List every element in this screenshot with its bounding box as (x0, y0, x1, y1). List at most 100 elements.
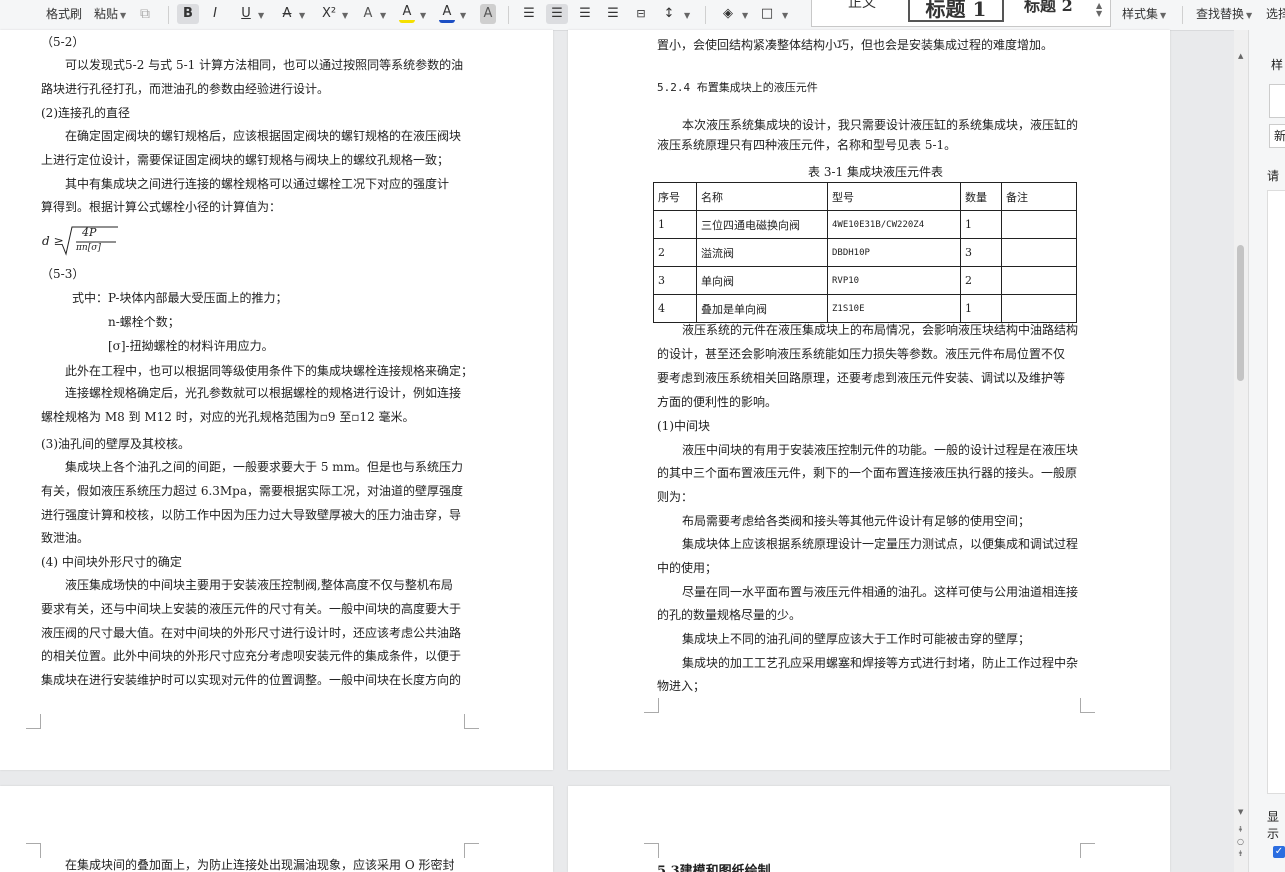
margin-marker (644, 843, 659, 858)
body-line: 路块进行孔径打孔，而泄油孔的参数由经验进行设计。 (41, 82, 330, 96)
body-line: 布局需要考虑给各类阀和接头等其他元件设计有足够的使用空间； (682, 514, 1031, 528)
body-line: 有关，假如液压系统压力超过 6.3Mpa，需要根据实际工况，对油道的壁厚强度 (41, 484, 464, 498)
paste-label: 粘贴 (94, 7, 119, 21)
table-header-row: 序号 名称 型号 数量 备注 (653, 182, 1077, 211)
chevron-down-icon[interactable]: ▼ (378, 4, 386, 24)
line-spacing-icon[interactable]: ↕ (660, 4, 678, 24)
char-shading-button[interactable]: A (480, 4, 496, 24)
body-line: 可以发现式5-2 与式 5-1 计算方法相同，也可以通过按照同等系统参数的油 (65, 58, 464, 72)
body-line: 集成块上不同的油孔间的壁厚应该大于工作时可能被击穿的壁厚； (682, 632, 1031, 646)
copy-icon[interactable]: ⧉ (140, 4, 150, 24)
body-line: 连接螺栓规格确定后，光孔参数就可以根据螺栓的规格进行设计，例如连接 (65, 386, 462, 400)
justify-icon[interactable]: ☰ (604, 4, 622, 24)
body-line: 置小，会使回结构紧凑整体结构小巧，但也会是安装集成过程的难度增加。 (657, 38, 1054, 52)
body-line: 集成块在进行安装维护时可以实现对元件的位置调整。一般中间块在长度方向的 (41, 673, 462, 687)
border-icon[interactable]: □ (758, 4, 776, 24)
scrollbar-thumb[interactable] (1237, 245, 1244, 381)
equation-number: （5-3） (41, 267, 85, 281)
divider (705, 6, 706, 24)
superscript-button[interactable]: X² (318, 4, 340, 24)
chevron-down-icon[interactable]: ▼ (418, 4, 426, 24)
page-3: 在集成块间的叠加面上，为防止连接处出现漏油现象，应该采用 O 形密封 (0, 786, 553, 872)
bold-button[interactable]: B (177, 4, 199, 24)
paste-button[interactable]: 粘贴 ▼ (94, 4, 126, 24)
margin-marker (464, 843, 479, 858)
subheading: (2)连接孔的直径 (41, 106, 130, 120)
subheading: (3)油孔间的壁厚及其校核。 (41, 437, 190, 451)
style-set-label: 样式集 (1122, 7, 1159, 21)
body-line: [σ]-扭拗螺栓的材料许用应力。 (108, 339, 274, 353)
body-line: 要求有关，还与中间块上安装的液压元件的尺寸有关。一般中间块的高度要大于 (41, 602, 462, 616)
body-line: 的设计，甚至还会影响液压系统能如压力损失等参数。液压元件布局位置不仅 (657, 347, 1066, 361)
font-color-button[interactable]: A (439, 4, 455, 23)
align-right-icon[interactable]: ☰ (576, 4, 594, 24)
page-nav-icon[interactable]: ⇞ ○ ⇟ (1237, 824, 1244, 860)
table-cell: 1 (653, 210, 697, 239)
new-style-button[interactable]: 新 (1269, 124, 1285, 148)
align-center-icon[interactable]: ☰ (546, 4, 568, 24)
style-normal[interactable]: 正文 (848, 0, 876, 12)
scroll-down-icon[interactable]: ▼ (1238, 808, 1243, 816)
subheading: (4) 中间块外形尺寸的确定 (41, 555, 182, 569)
body-line: 的其中三个面布置液压元件，剩下的一个面布置连接液压执行器的接头。一般原 (657, 466, 1078, 480)
section-heading: 5.3建模和图纸绘制 (657, 864, 771, 872)
style-set-button[interactable]: 样式集 ▼ (1122, 4, 1166, 24)
find-replace-button[interactable]: 查找替换 ▼ (1196, 4, 1252, 24)
body-line: 液压中间块的有用于安装液压控制元件的功能。一般的设计过程是在液压块 (682, 443, 1079, 457)
italic-button[interactable]: I (205, 4, 225, 24)
table-cell: 三位四通电磁换向阀 (696, 210, 828, 239)
chevron-down-icon[interactable]: ▼ (740, 4, 748, 24)
formula-denominator: πn[σ] (76, 243, 101, 253)
table-cell: 1 (960, 294, 1002, 323)
chevron-down-icon[interactable]: ▼ (458, 4, 466, 24)
ribbon-toolbar: 格式刷 粘贴 ▼ ⧉ B I U ▼ A ▼ X² ▼ A ▼ A ▼ A ▼ A… (0, 0, 1285, 31)
text-effect-button[interactable]: A (360, 4, 376, 24)
select-button[interactable]: 选择 (1266, 4, 1285, 24)
table-cell: Z1S10E (827, 294, 961, 323)
style-gallery: 正文 标题 1 标题 2 ▲ ▼ (811, 0, 1111, 27)
body-line: n-螺栓个数； (108, 315, 180, 329)
align-left-icon[interactable]: ☰ (520, 4, 538, 24)
highlight-button[interactable]: A (399, 4, 415, 23)
chevron-down-icon[interactable]: ▼ (682, 4, 690, 24)
table-row: 3 单向阀 RVP10 2 (653, 266, 1077, 295)
body-line: 算得到。根据计算公式螺栓小径的计算值为： (41, 200, 282, 214)
style-heading-2[interactable]: 标题 2 (1024, 0, 1073, 16)
body-line: 方面的便利性的影响。 (657, 395, 778, 409)
chevron-down-icon[interactable]: ▼ (256, 4, 264, 24)
table-row: 1 三位四通电磁换向阀 4WE10E31B/CW220Z4 1 (653, 210, 1077, 239)
section-heading: 5.2.4 布置集成块上的液压元件 (657, 81, 818, 94)
style-preview[interactable] (1269, 84, 1285, 118)
chevron-down-icon: ▼ (120, 11, 127, 20)
underline-button[interactable]: U (238, 4, 254, 24)
table-cell: 溢流阀 (696, 238, 828, 267)
margin-marker (1080, 843, 1095, 858)
panel-hint: 请 (1267, 169, 1280, 183)
chevron-down-icon[interactable]: ▼ (340, 4, 348, 24)
distribute-icon[interactable]: ⊟ (632, 4, 650, 24)
table-header-cell: 名称 (696, 182, 828, 211)
scroll-up-icon[interactable]: ▲ (1238, 52, 1243, 60)
body-line: 要考虑到液压系统相关回路原理，还要考虑到液压元件安装、调试以及维护等 (657, 371, 1066, 385)
table-cell: 叠加是单向阀 (696, 294, 828, 323)
vertical-scrollbar[interactable]: ▲ ▼ ⇞ ○ ⇟ (1234, 30, 1248, 872)
chevron-down-icon[interactable]: ▼ (780, 4, 788, 24)
body-line: 式中：P-块体内部最大受压面上的推力； (72, 291, 288, 305)
gallery-scroll-icon[interactable]: ▲ ▼ (1096, 2, 1102, 18)
show-label: 显示 (1267, 810, 1280, 841)
table-cell: DBDH10P (827, 238, 961, 267)
body-line: 液压集成场快的中间块主要用于安装液压控制阀,整体高度不仅与整机布局 (65, 578, 453, 592)
style-list[interactable] (1267, 190, 1285, 794)
body-line: 集成块上各个油孔之间的间距，一般要求要大于 5 mm。但是也与系统压力 (65, 460, 464, 474)
subheading: (1)中间块 (657, 419, 710, 433)
format-painter-button[interactable]: 格式刷 (46, 4, 82, 24)
shading-icon[interactable]: ◈ (718, 4, 738, 24)
checkbox-checked-icon[interactable]: ✓ (1273, 846, 1285, 858)
style-heading-1[interactable]: 标题 1 (908, 0, 1004, 22)
strikethrough-button[interactable]: A (280, 4, 294, 24)
body-line: 上进行定位设计，需要保证固定阀块的螺钉规格与阀块上的螺纹孔规格一致； (41, 153, 450, 167)
table-cell: 4WE10E31B/CW220Z4 (827, 210, 961, 239)
body-line: 螺栓规格为 M8 到 M12 时，对应的光孔规格范围为▫9 至▫12 毫米。 (41, 410, 415, 424)
chevron-down-icon[interactable]: ▼ (297, 4, 305, 24)
divider (168, 6, 169, 24)
